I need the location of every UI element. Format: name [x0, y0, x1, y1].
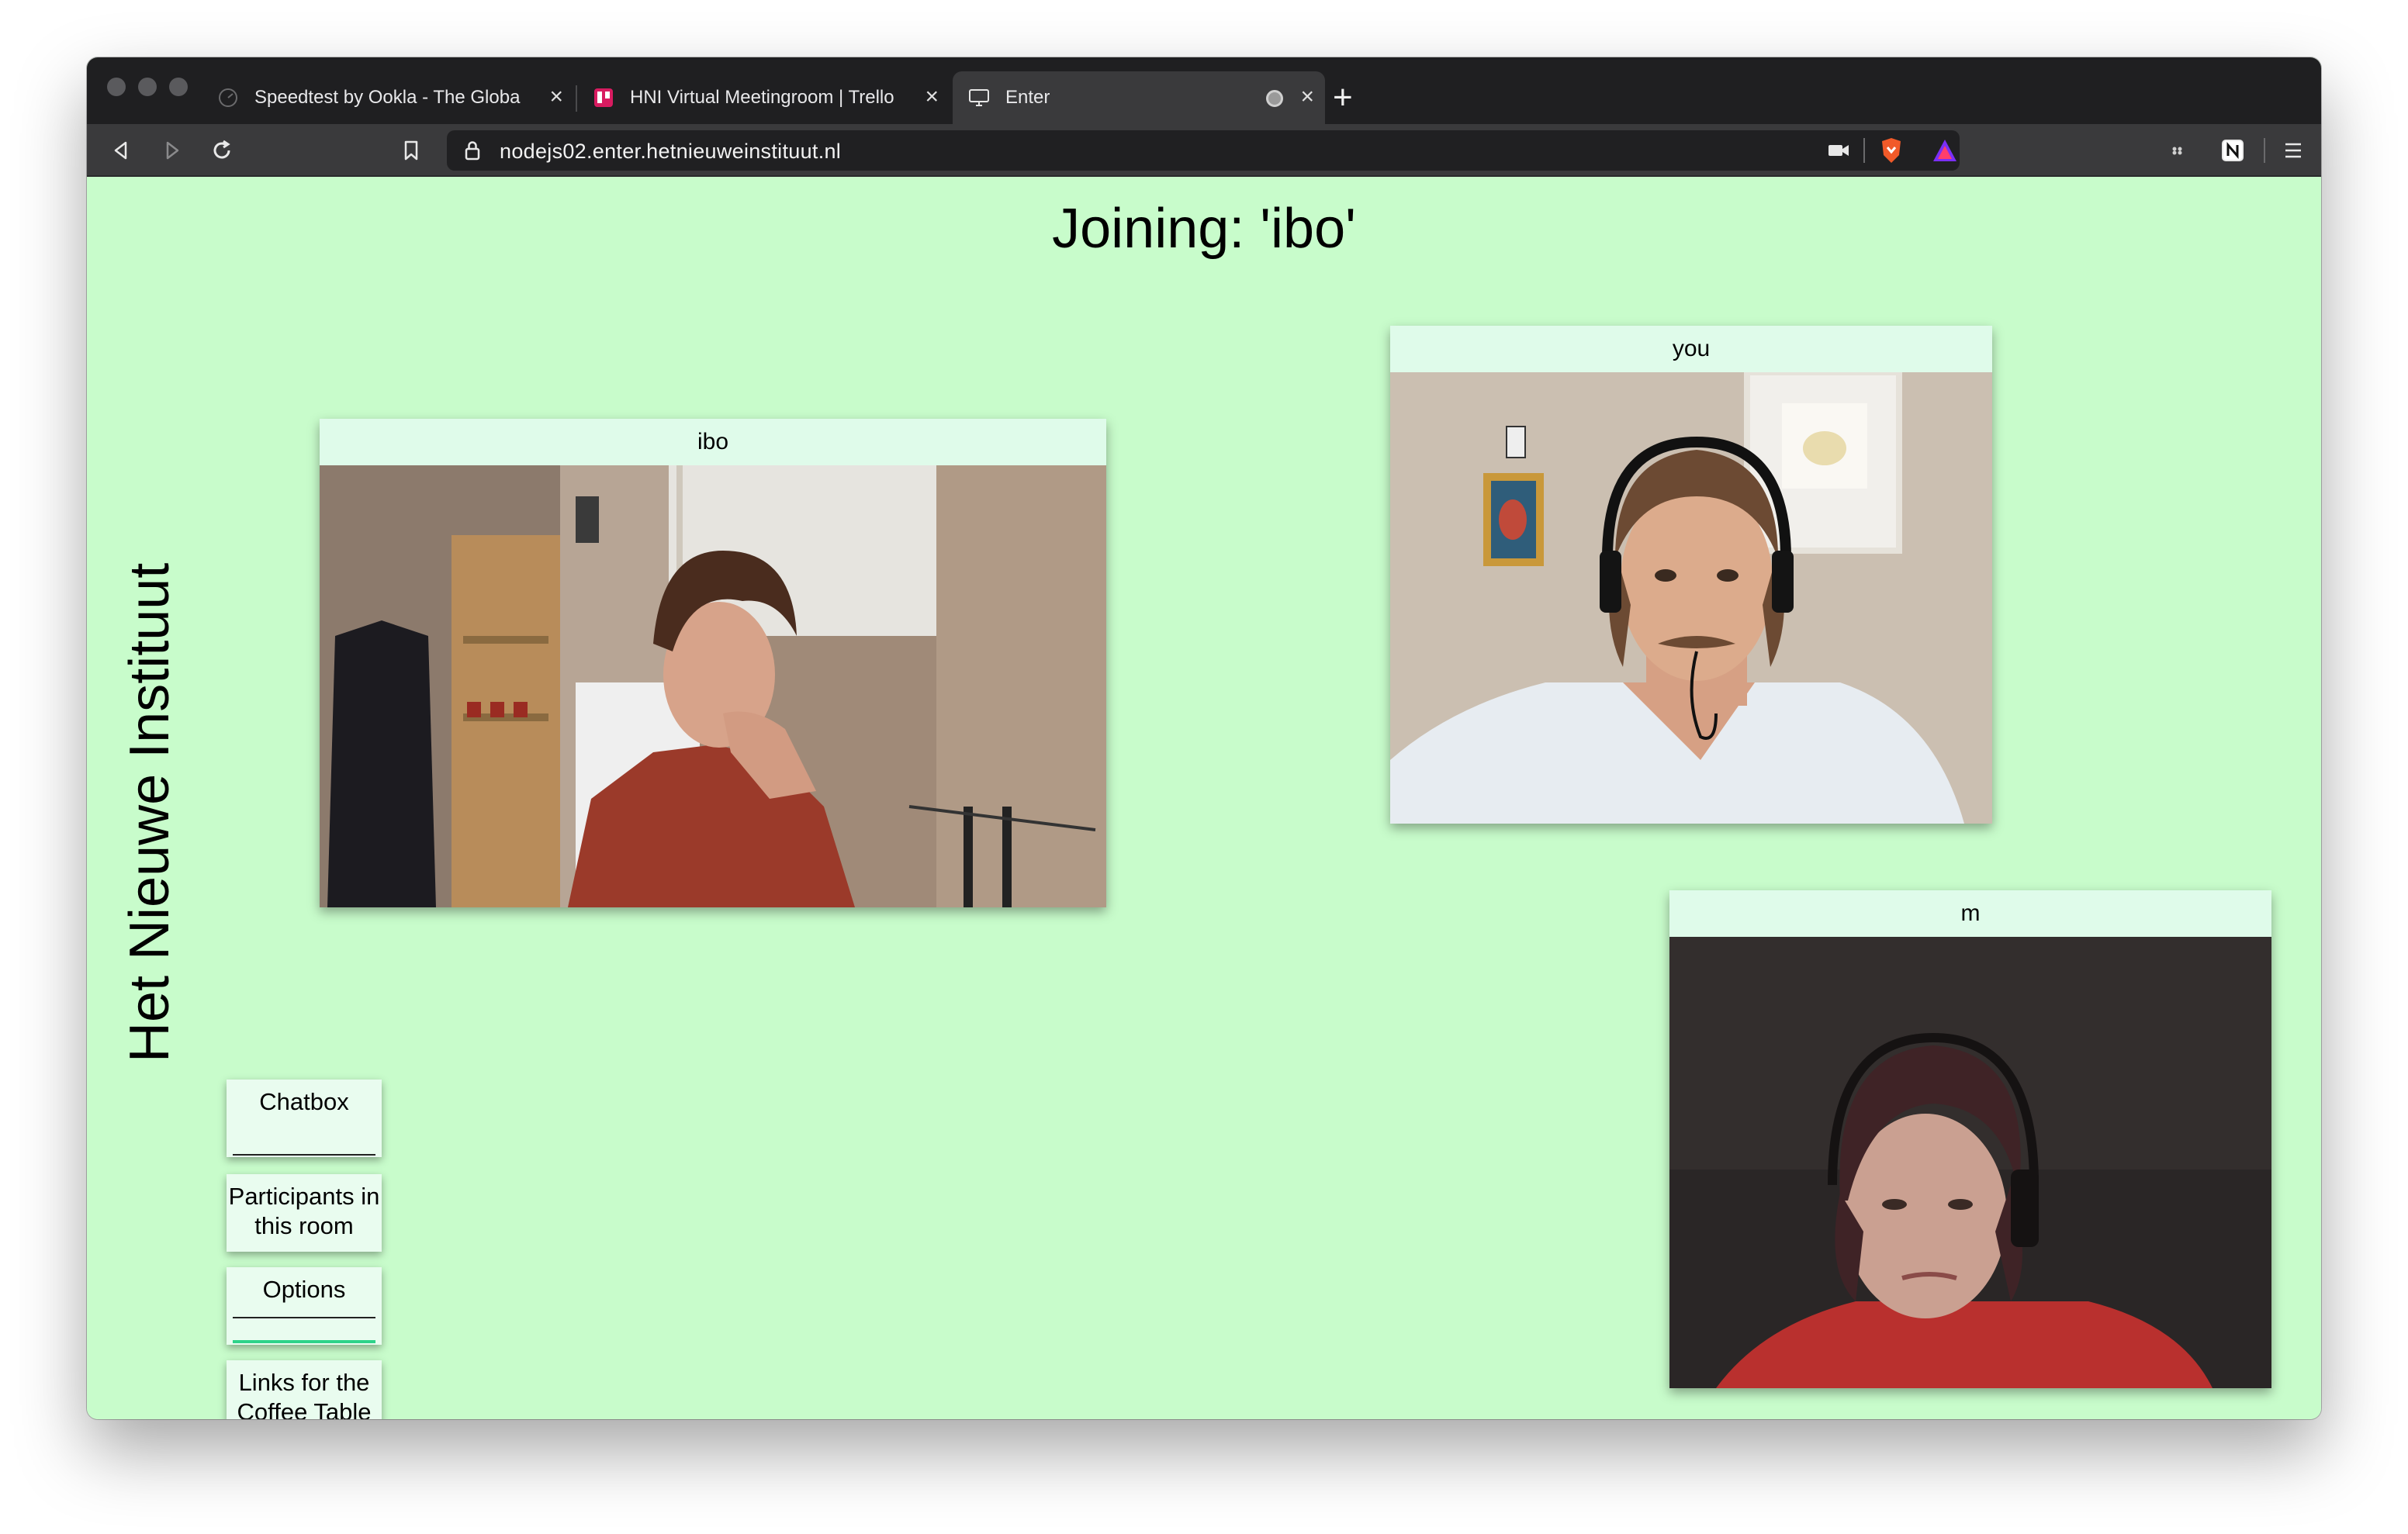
- chatbox-button[interactable]: Chatbox: [227, 1080, 382, 1157]
- back-icon[interactable]: [106, 135, 137, 166]
- minimize-window-button[interactable]: [138, 78, 157, 96]
- participant-name: you: [1390, 326, 1992, 372]
- recording-indicator-icon: [1266, 90, 1283, 107]
- options-indicator: [233, 1340, 375, 1343]
- divider: [233, 1317, 375, 1318]
- options-button[interactable]: Options: [227, 1267, 382, 1345]
- button-label: Links for the Coffee Table: [237, 1369, 372, 1419]
- video-feed: [1390, 372, 1992, 824]
- video-tile-ibo[interactable]: ibo: [320, 419, 1106, 907]
- tab-strip: Speedtest by Ookla - The Globa × HNI Vir…: [87, 57, 2321, 124]
- button-label: Participants in this room: [228, 1183, 380, 1239]
- divider: [233, 1154, 375, 1156]
- tab-speedtest[interactable]: Speedtest by Ookla - The Globa ×: [202, 71, 574, 124]
- video-tile-m[interactable]: m: [1669, 890, 2271, 1388]
- trello-icon: [593, 87, 614, 109]
- extensions-icon[interactable]: [2166, 135, 2197, 166]
- close-icon[interactable]: ×: [1300, 85, 1314, 109]
- camera-icon[interactable]: [1828, 141, 1849, 164]
- participant-name: ibo: [320, 419, 1106, 465]
- participants-button[interactable]: Participants in this room: [227, 1174, 382, 1252]
- maximize-window-button[interactable]: [169, 78, 188, 96]
- tab-title: Speedtest by Ookla - The Globa: [254, 87, 521, 108]
- video-tile-you[interactable]: you: [1390, 326, 1992, 824]
- divider: [2264, 138, 2265, 163]
- address-bar[interactable]: nodejs02.enter.hetnieuweinstituut.nl: [447, 130, 1960, 171]
- reload-icon[interactable]: [206, 135, 237, 166]
- meeting-room-page: Joining: 'ibo' Het Nieuwe Instituut ibo: [87, 177, 2321, 1419]
- button-label: Options: [262, 1276, 346, 1303]
- speedtest-icon: [217, 87, 239, 109]
- brand-logo-text: Het Nieuwe Instituut: [119, 562, 181, 1062]
- close-icon[interactable]: ×: [925, 85, 939, 109]
- bookmark-icon[interactable]: [396, 135, 427, 166]
- brave-rewards-icon[interactable]: [1932, 138, 1958, 167]
- new-tab-button[interactable]: +: [1333, 74, 1353, 121]
- browser-toolbar: nodejs02.enter.hetnieuweinstituut.nl: [87, 124, 2321, 177]
- coffee-table-links-button[interactable]: Links for the Coffee Table: [227, 1360, 382, 1419]
- tab-trello[interactable]: HNI Virtual Meetingroom | Trello ×: [577, 71, 950, 124]
- monitor-icon: [968, 87, 990, 109]
- tab-enter[interactable]: Enter ×: [953, 71, 1325, 124]
- lock-icon: [464, 140, 481, 164]
- close-icon[interactable]: ×: [549, 85, 563, 109]
- page-title: Joining: 'ibo': [1052, 198, 1356, 260]
- video-feed: [320, 465, 1106, 907]
- browser-window: Speedtest by Ookla - The Globa × HNI Vir…: [87, 57, 2321, 1419]
- divider: [1863, 138, 1865, 163]
- menu-icon[interactable]: [2278, 135, 2309, 166]
- notion-icon[interactable]: [2217, 135, 2248, 166]
- close-window-button[interactable]: [107, 78, 126, 96]
- brave-shield-icon[interactable]: [1879, 136, 1904, 168]
- tab-title: HNI Virtual Meetingroom | Trello: [630, 87, 894, 108]
- button-label: Chatbox: [259, 1088, 349, 1115]
- participant-name: m: [1669, 890, 2271, 937]
- tab-title: Enter: [1005, 87, 1050, 108]
- url-text: nodejs02.enter.hetnieuweinstituut.nl: [500, 140, 842, 163]
- video-feed: [1669, 937, 2271, 1388]
- forward-icon[interactable]: [157, 135, 188, 166]
